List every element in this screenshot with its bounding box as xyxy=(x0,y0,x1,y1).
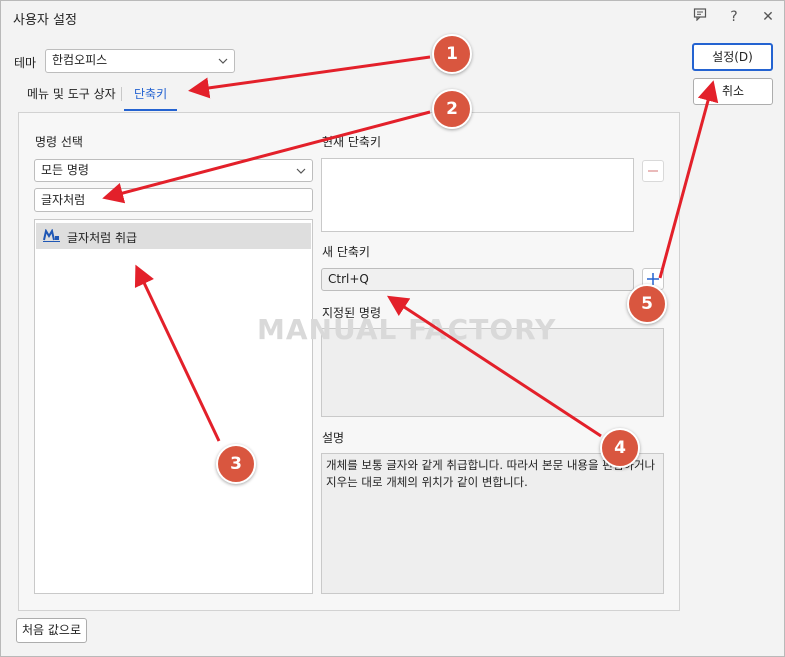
command-category-value: 모든 명령 xyxy=(41,163,89,177)
settings-dialog: 사용자 설정 ? ✕ 테마 한컴오피스 메뉴 및 도구 상자 단축키 명령 선택… xyxy=(0,0,785,657)
new-shortcut-value: Ctrl+Q xyxy=(328,272,369,286)
theme-label: 테마 xyxy=(14,56,37,70)
feedback-icon[interactable] xyxy=(690,7,710,27)
annotation-badge-4: 4 xyxy=(600,428,640,468)
theme-select[interactable]: 한컴오피스 xyxy=(45,49,235,73)
description-label: 설명 xyxy=(322,431,345,445)
description-box: 개체를 보통 글자와 같게 취급합니다. 따라서 본문 내용을 편집하거나 지우… xyxy=(321,453,664,594)
treat-as-char-icon xyxy=(43,228,60,245)
remove-shortcut-button[interactable] xyxy=(642,160,664,182)
cancel-button[interactable]: 취소 xyxy=(693,78,773,105)
chevron-down-icon xyxy=(218,50,228,72)
annotation-badge-5: 5 xyxy=(627,284,667,324)
title-bar: 사용자 설정 ? ✕ xyxy=(1,1,784,33)
command-list[interactable]: 글자처럼 취급 xyxy=(34,219,313,594)
theme-value: 한컴오피스 xyxy=(52,53,108,67)
list-item-label: 글자처럼 취급 xyxy=(67,231,138,245)
ok-button[interactable]: 설정(D) xyxy=(692,43,773,71)
command-category-select[interactable]: 모든 명령 xyxy=(34,159,313,182)
command-search-value: 글자처럼 xyxy=(41,193,86,207)
current-shortcut-label: 현재 단축키 xyxy=(322,135,382,149)
chevron-down-icon xyxy=(296,160,306,181)
command-search-input[interactable]: 글자처럼 xyxy=(34,188,313,212)
tab-separator xyxy=(121,87,122,101)
list-item[interactable]: 글자처럼 취급 xyxy=(36,223,311,249)
dialog-title: 사용자 설정 xyxy=(13,13,77,28)
annotation-badge-3: 3 xyxy=(216,444,256,484)
close-icon[interactable]: ✕ xyxy=(758,7,778,27)
reset-defaults-button[interactable]: 처음 값으로 xyxy=(16,618,87,643)
tab-shortcuts[interactable]: 단축키 xyxy=(134,85,167,102)
new-shortcut-input[interactable]: Ctrl+Q xyxy=(321,268,634,291)
new-shortcut-label: 새 단축키 xyxy=(322,245,370,259)
command-section-label: 명령 선택 xyxy=(35,135,83,149)
watermark: MANUAL FACTORY xyxy=(257,313,557,346)
tab-menu-toolbox[interactable]: 메뉴 및 도구 상자 xyxy=(27,85,116,102)
annotation-badge-2: 2 xyxy=(432,89,472,129)
help-icon[interactable]: ? xyxy=(724,7,744,27)
current-shortcut-list[interactable] xyxy=(321,158,634,232)
minus-icon xyxy=(643,170,663,184)
annotation-badge-1: 1 xyxy=(432,34,472,74)
active-tab-indicator xyxy=(124,109,177,111)
